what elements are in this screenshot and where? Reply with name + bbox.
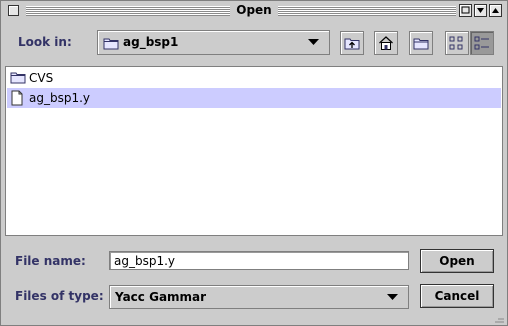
list-view-button[interactable] bbox=[445, 31, 469, 55]
file-name-value: ag_bsp1.y bbox=[114, 254, 176, 268]
files-of-type-combo[interactable]: Yacc Gammar bbox=[109, 285, 409, 309]
file-list[interactable]: CVS ag_bsp1.y bbox=[5, 66, 503, 236]
list-item-ag-bsp1-y[interactable]: ag_bsp1.y bbox=[7, 88, 501, 108]
minimize-icon[interactable] bbox=[459, 4, 472, 17]
close-icon[interactable] bbox=[489, 4, 502, 17]
files-of-type-label: Files of type: bbox=[15, 289, 104, 303]
folder-up-icon bbox=[344, 38, 360, 50]
look-in-combo[interactable]: ag_bsp1 bbox=[97, 30, 330, 55]
open-button-label: Open bbox=[439, 254, 475, 268]
home-button[interactable] bbox=[374, 31, 398, 55]
up-one-level-button[interactable] bbox=[340, 31, 364, 55]
files-of-type-value: Yacc Gammar bbox=[115, 290, 207, 304]
window-title: Open bbox=[230, 3, 278, 17]
open-dialog: Open Look in: ag_bsp1 CVS ag_bsp1.y File… bbox=[0, 0, 508, 326]
open-button[interactable]: Open bbox=[420, 249, 494, 273]
list-item-cvs[interactable]: CVS bbox=[7, 68, 501, 88]
create-new-folder-button[interactable] bbox=[409, 31, 433, 55]
chevron-down-icon bbox=[387, 294, 398, 300]
home-icon bbox=[379, 36, 393, 50]
folder-icon bbox=[10, 72, 26, 84]
title-bar[interactable]: Open bbox=[2, 2, 506, 20]
list-item-label: ag_bsp1.y bbox=[29, 91, 91, 105]
cancel-button-label: Cancel bbox=[434, 289, 480, 303]
chevron-down-icon bbox=[308, 39, 319, 45]
cancel-button[interactable]: Cancel bbox=[420, 284, 494, 308]
folder-icon bbox=[103, 38, 119, 50]
maximize-icon[interactable] bbox=[474, 4, 487, 17]
list-view-icon bbox=[449, 36, 463, 50]
details-view-button[interactable] bbox=[470, 31, 494, 55]
new-folder-icon bbox=[413, 38, 429, 50]
file-icon bbox=[11, 90, 23, 106]
details-view-icon bbox=[474, 36, 489, 50]
list-item-label: CVS bbox=[29, 71, 54, 85]
look-in-value: ag_bsp1 bbox=[123, 35, 179, 49]
file-name-label: File name: bbox=[15, 254, 86, 268]
look-in-label: Look in: bbox=[18, 35, 72, 49]
file-name-input[interactable]: ag_bsp1.y bbox=[109, 251, 409, 270]
resize-grip-icon[interactable] bbox=[493, 315, 505, 323]
